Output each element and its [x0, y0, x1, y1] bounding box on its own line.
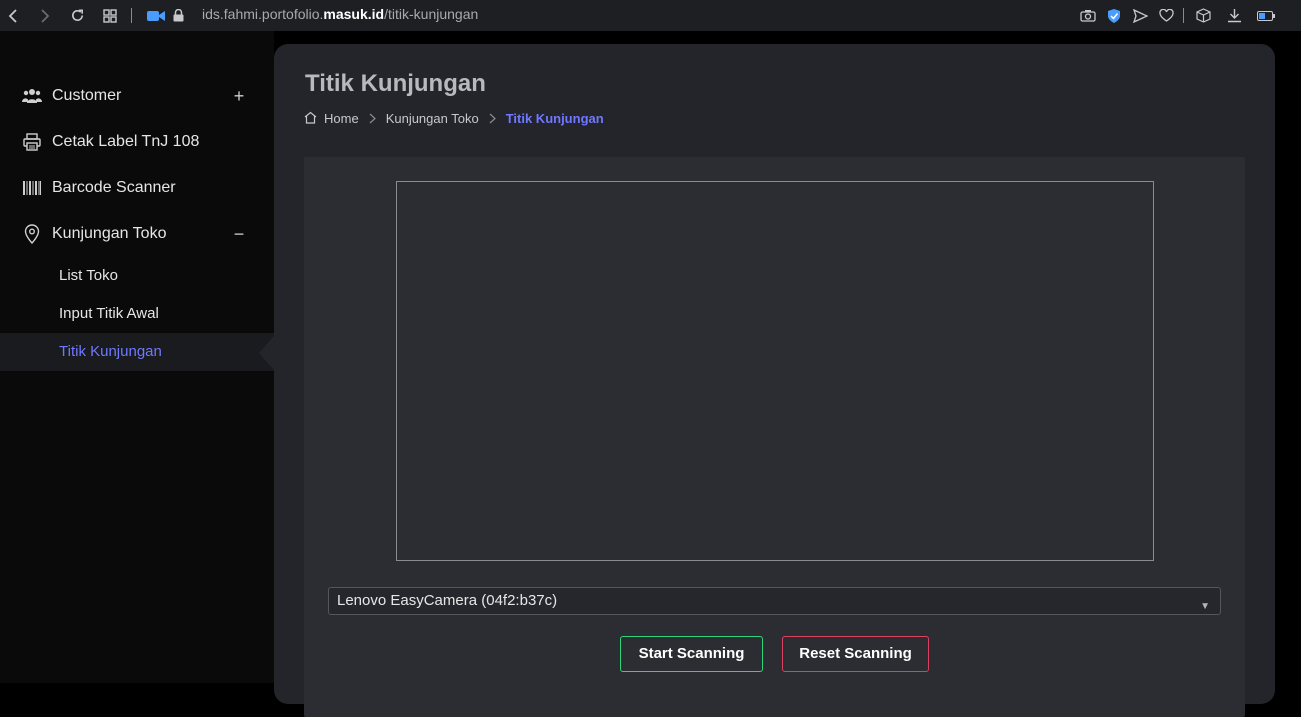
shield-icon[interactable] [1105, 0, 1123, 31]
start-scanning-button[interactable]: Start Scanning [620, 636, 763, 672]
expand-icon[interactable]: + [232, 86, 246, 107]
active-indicator [259, 336, 274, 370]
toolbar-divider [1183, 8, 1184, 23]
breadcrumb-home[interactable]: Home [324, 111, 359, 126]
reload-icon[interactable] [68, 0, 86, 31]
camera-icon[interactable] [146, 0, 166, 31]
send-icon[interactable] [1131, 0, 1149, 31]
page-title: Titik Kunjungan [305, 70, 486, 97]
scanner-card: Lenovo EasyCamera (04f2:b37c) ▼ Start Sc… [304, 157, 1245, 717]
map-pin-icon [22, 224, 42, 244]
camera-select[interactable]: Lenovo EasyCamera (04f2:b37c) ▼ [328, 587, 1221, 615]
breadcrumb-kunjungan-toko[interactable]: Kunjungan Toko [386, 111, 479, 126]
barcode-icon [22, 178, 42, 198]
sidebar-item-customer[interactable]: Customer + [0, 76, 274, 116]
forward-icon[interactable] [37, 0, 53, 31]
sidebar-subitem-label: List Toko [59, 267, 118, 284]
sidebar-subitem-label: Titik Kunjungan [59, 343, 162, 360]
breadcrumb: Home Kunjungan Toko Titik Kunjungan [304, 108, 604, 128]
browser-toolbar: ids.fahmi.portofolio.masuk.id/titik-kunj… [0, 0, 1301, 31]
sidebar-item-barcode-scanner[interactable]: Barcode Scanner [0, 168, 274, 208]
sidebar-item-label: Customer [52, 87, 122, 104]
heart-icon[interactable] [1157, 0, 1175, 31]
sidebar-subitem-list-toko[interactable]: List Toko [0, 257, 274, 295]
collapse-icon[interactable]: − [232, 224, 246, 245]
camera-preview [396, 181, 1154, 561]
sidebar-subitem-input-titik-awal[interactable]: Input Titik Awal [0, 295, 274, 333]
box-icon[interactable] [1194, 0, 1212, 31]
sidebar-item-cetak-label[interactable]: Cetak Label TnJ 108 [0, 122, 274, 162]
breadcrumb-current: Titik Kunjungan [505, 110, 604, 126]
caret-down-icon: ▼ [1200, 601, 1210, 612]
sidebar-item-label: Cetak Label TnJ 108 [52, 133, 200, 150]
chevron-right-icon [489, 113, 496, 124]
main-content: Titik Kunjungan Home Kunjungan Toko Titi… [274, 44, 1275, 717]
camera-select-value: Lenovo EasyCamera (04f2:b37c) [337, 592, 558, 609]
screenshot-icon[interactable] [1079, 0, 1097, 31]
sidebar: Customer + Cetak Label TnJ 108 Barcode S… [0, 31, 274, 683]
sidebar-item-label: Kunjungan Toko [52, 225, 167, 242]
sidebar-item-kunjungan-toko[interactable]: Kunjungan Toko − [0, 214, 274, 254]
sidebar-subitem-titik-kunjungan[interactable]: Titik Kunjungan [0, 333, 274, 371]
chevron-right-icon [369, 113, 376, 124]
printer-icon [22, 132, 42, 152]
tabs-grid-icon[interactable] [101, 0, 119, 31]
lock-icon [171, 0, 185, 31]
toolbar-divider [131, 8, 132, 23]
battery-icon [1256, 0, 1276, 31]
reset-scanning-button[interactable]: Reset Scanning [782, 636, 929, 672]
sidebar-subitem-label: Input Titik Awal [59, 305, 159, 322]
download-icon[interactable] [1225, 0, 1243, 31]
address-bar[interactable]: ids.fahmi.portofolio.masuk.id/titik-kunj… [202, 0, 478, 31]
sidebar-item-label: Barcode Scanner [52, 179, 176, 196]
users-icon [22, 86, 42, 106]
back-icon[interactable] [5, 0, 21, 31]
home-icon [304, 111, 318, 125]
